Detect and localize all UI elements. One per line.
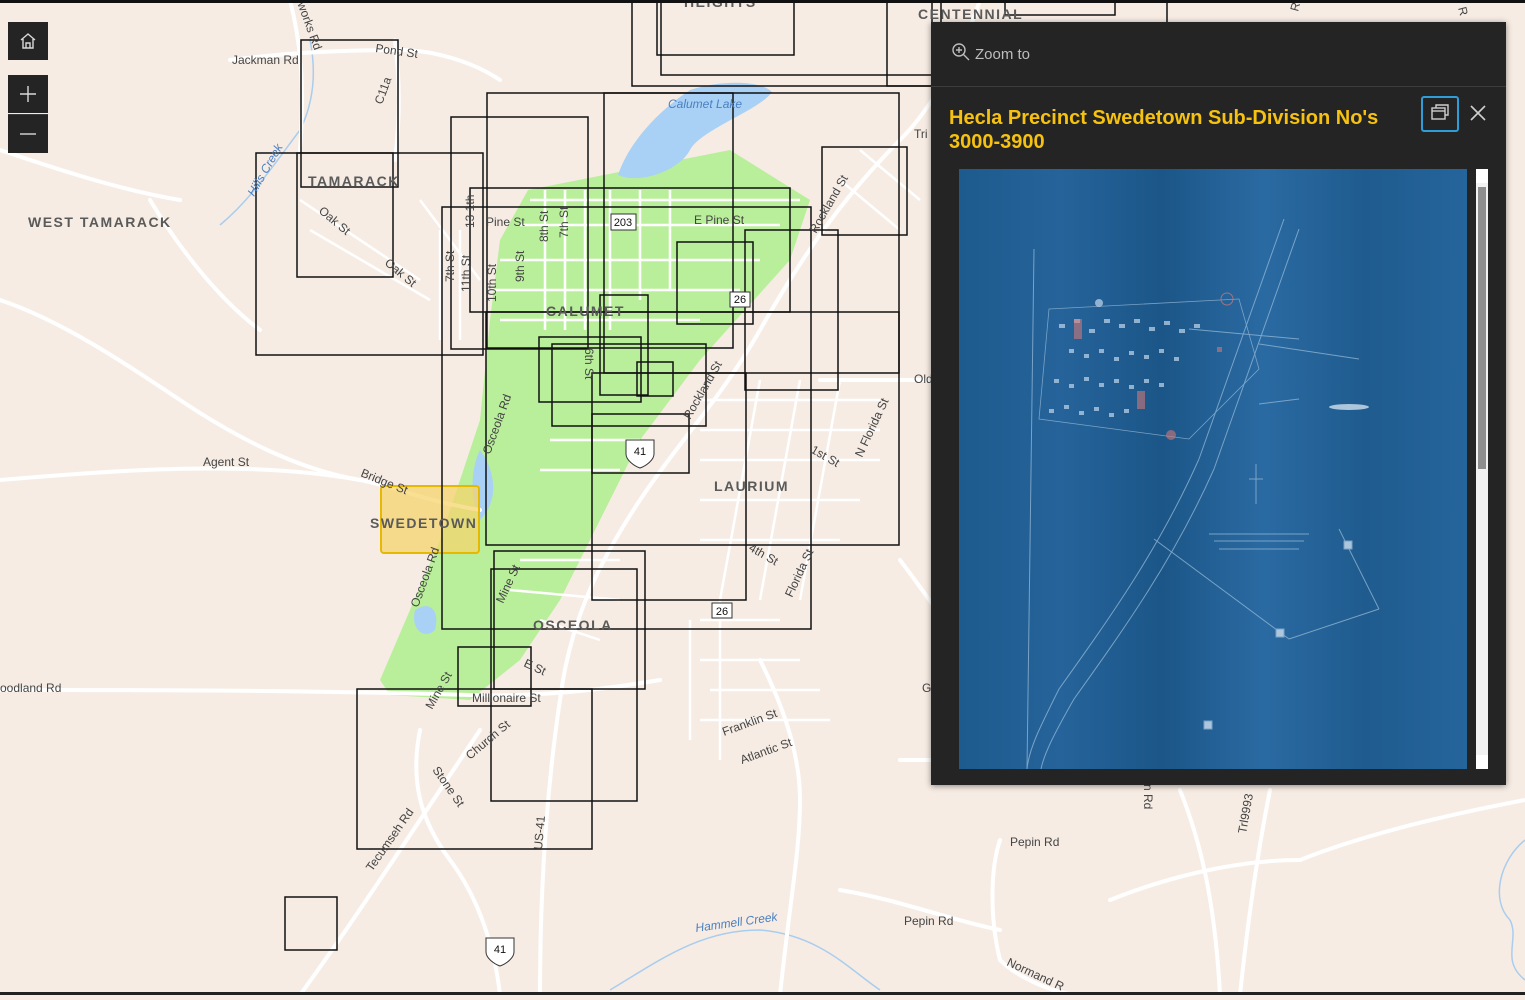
shield-label: 41 [494, 944, 506, 956]
close-button[interactable] [1467, 104, 1489, 126]
popup-scrollbar[interactable] [1476, 169, 1488, 769]
road-label: Old [914, 372, 933, 386]
road-label: 10th St [485, 263, 499, 302]
place-label-laurium: LAURIUM [714, 478, 789, 494]
top-border [0, 0, 1525, 3]
zoom-to-button[interactable]: Zoom to [951, 42, 1030, 66]
popup-title: Hecla Precinct Swedetown Sub-Division No… [949, 107, 1379, 153]
place-label-osceola: OSCEOLA [533, 617, 613, 633]
place-label-calumet: CALUMET [546, 303, 625, 319]
scroll-down-arrow[interactable] [1476, 755, 1488, 769]
dock-icon [1429, 102, 1451, 127]
blueprint-image[interactable] [959, 169, 1467, 769]
blueprint-illustration [959, 169, 1467, 769]
road-label: E Pine St [694, 213, 745, 227]
minus-icon [18, 124, 38, 144]
road-label: G [922, 681, 931, 695]
place-label-tamarack: TAMARACK [308, 173, 400, 189]
road-label: 13 1th [463, 195, 477, 228]
road-label: 8th St [537, 210, 551, 242]
scroll-up-arrow[interactable] [1476, 169, 1488, 183]
popup-header: Zoom to [931, 22, 1506, 87]
dock-button[interactable] [1421, 96, 1459, 132]
close-icon [1469, 104, 1487, 127]
road-label: 9th St [513, 250, 527, 282]
plus-icon [18, 84, 38, 104]
shield-label: 203 [614, 217, 632, 229]
scroll-thumb[interactable] [1478, 187, 1486, 469]
place-label-swedetown: SWEDETOWN [370, 515, 477, 531]
road-label: Pine St [486, 215, 525, 229]
road-label: 11th St [459, 254, 473, 292]
shield-26: 26 [711, 602, 733, 619]
road-label: Tri [914, 127, 928, 141]
shield-26: 26 [729, 291, 751, 308]
road-label: Pepin Rd [904, 914, 953, 928]
road-label: Pepin Rd [1010, 835, 1059, 849]
road-label: 7th St [443, 250, 457, 282]
road-label: Millionaire St [472, 691, 541, 705]
road-label: n Rd [1141, 784, 1155, 809]
home-button[interactable] [8, 22, 48, 60]
road-label: 7th St [557, 206, 571, 238]
shield-label: 26 [734, 294, 746, 306]
place-label-west-tamarack: WEST TAMARACK [28, 214, 172, 230]
road-label: oodland Rd [0, 681, 61, 695]
zoom-out-button[interactable] [8, 115, 48, 153]
shield-203: 203 [610, 213, 637, 231]
road-label: Calumet Lake [668, 97, 742, 111]
feature-popup: Zoom to Hecla Precinct Swedetown Sub-Div… [931, 22, 1506, 785]
road-label: Agent St [203, 455, 250, 469]
zoom-to-label: Zoom to [975, 45, 1031, 63]
zoom-in-button[interactable] [8, 75, 48, 113]
zoom-to-icon [951, 42, 971, 66]
road-label: US-41 [531, 815, 548, 850]
home-icon [18, 31, 38, 51]
road-label: 6th St [582, 348, 596, 380]
shield-label: 41 [634, 446, 646, 458]
shield-label: 26 [716, 606, 728, 618]
road-label: Jackman Rd [232, 53, 299, 67]
place-label-centennial: CENTENNIAL [918, 6, 1023, 22]
